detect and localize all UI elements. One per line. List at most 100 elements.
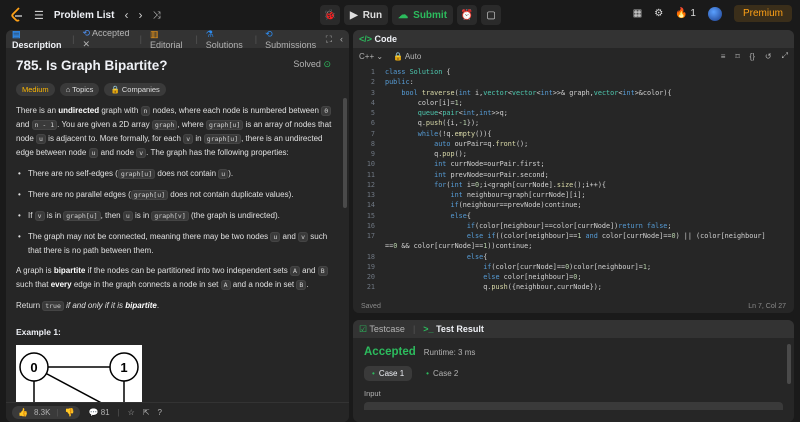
shuffle-icon[interactable]: ⤨ (152, 10, 160, 21)
companies-tag[interactable]: 🔒 Companies (104, 83, 166, 96)
code-line[interactable]: 1 class Solution { (353, 67, 794, 77)
result-scrollbar[interactable] (787, 344, 791, 384)
share-icon[interactable]: ⇱ (143, 408, 150, 417)
settings-icon[interactable]: ⚙ (654, 8, 663, 19)
bookmark-icon[interactable]: ⌑ (735, 52, 739, 61)
runtime: Runtime: 3 ms (423, 348, 476, 357)
code-line[interactable]: 8 auto ourPair=q.front(); (353, 139, 794, 149)
thumbs-up-icon: 👍 (18, 408, 28, 417)
language-select[interactable]: C++ ⌄ (359, 52, 383, 61)
line-number: 11 (366, 170, 375, 179)
code-text: q.push({i,-1}); (385, 119, 480, 128)
notes-button[interactable]: ▢ (481, 5, 502, 25)
code-line[interactable]: ==0 && color[currNode]==1))continue; (353, 241, 794, 251)
format-icon[interactable]: ≡ (721, 52, 726, 61)
expand-icon[interactable]: ⛶ (326, 34, 332, 45)
code-line[interactable]: 6 q.push({i,-1}); (353, 118, 794, 128)
tab-solutions[interactable]: ⚗ Solutions (206, 30, 247, 50)
tab-code[interactable]: </> Code (359, 34, 397, 44)
description-footer: 👍 8.3K | 👎 💬 81 | ☆ ⇱ ? (6, 402, 349, 422)
code-line[interactable]: 2 public: (353, 77, 794, 87)
line-number: 6 (370, 119, 375, 128)
tab-test-result[interactable]: >_ Test Result (423, 324, 484, 334)
problem-list-link[interactable]: Problem List (54, 10, 115, 21)
run-button[interactable]: ▶ Run (344, 5, 389, 25)
line-number: 13 (366, 191, 375, 199)
code-text: ==0 && color[currNode]==1))continue; (385, 242, 533, 251)
reset-icon[interactable]: ↺ (765, 52, 772, 61)
code-line[interactable]: 11 int prevNode=ourPair.second; (353, 170, 794, 180)
topics-tag[interactable]: ⌂ Topics (59, 83, 100, 96)
tab-submissions[interactable]: ⟲ Submissions (265, 30, 318, 50)
check-circle-icon: ⊙ (323, 59, 331, 69)
line-number: 10 (366, 160, 375, 169)
problem-list-icon[interactable]: ☰ (34, 9, 44, 22)
tab-editorial[interactable]: ▥ Editorial (150, 30, 187, 50)
autocomplete-toggle[interactable]: 🔒 Auto (393, 52, 421, 61)
leetcode-logo[interactable] (10, 7, 24, 23)
code-line[interactable]: 16 if(color[neighbour]==color[currNode])… (353, 221, 794, 231)
line-number: 20 (366, 273, 375, 281)
line-number: 16 (366, 221, 375, 230)
like-dislike[interactable]: 👍 8.3K | 👎 (12, 406, 81, 419)
help-icon[interactable]: ? (158, 408, 162, 417)
comments-button[interactable]: 💬 81 (88, 408, 109, 417)
streak-counter[interactable]: 🔥 1 (675, 8, 696, 19)
collapse-icon[interactable]: ‹ (340, 34, 343, 44)
prev-problem-icon[interactable]: ‹ (124, 8, 128, 22)
code-line[interactable]: 3 bool traverse(int i,vector<vector<int>… (353, 88, 794, 98)
code-text: q.push({neighbour,currNode}); (385, 283, 602, 291)
code-line[interactable]: 9 q.pop(); (353, 149, 794, 159)
debug-button[interactable]: 🐞 (320, 5, 340, 25)
case-2-tab[interactable]: • Case 2 (418, 366, 466, 381)
code-line[interactable]: 15 else{ (353, 211, 794, 221)
code-line[interactable]: 17 else if((color[neighbour]==1 and colo… (353, 231, 794, 241)
code-line[interactable]: 19 if(color[currNode]==0)color[neighbour… (353, 262, 794, 272)
solved-status: Solved ⊙ (293, 59, 331, 69)
problem-description: There is an undirected graph with n node… (16, 104, 339, 313)
tab-accepted[interactable]: ⟲ Accepted ✕ (82, 30, 131, 50)
code-text: else if((color[neighbour]==1 and color[c… (466, 232, 766, 240)
code-line[interactable]: 10 int currNode=ourPair.first; (353, 159, 794, 169)
code-text: queue<pair<int,int>>q; (417, 109, 508, 117)
fire-icon: 🔥 (675, 8, 688, 19)
next-problem-icon[interactable]: › (138, 8, 142, 22)
tab-description[interactable]: ▤ Description (12, 30, 64, 50)
code-line[interactable]: 7 while(!q.empty()){ (353, 129, 794, 139)
top-bar: ☰ Problem List ‹ › ⤨ 🐞 ▶ Run ☁ Submit ⏰ … (0, 0, 800, 30)
code-line[interactable]: 14 if(neighbour==prevNode)continue; (353, 200, 794, 210)
line-number: 8 (370, 139, 375, 148)
result-status: Accepted (364, 346, 416, 358)
code-text: while(!q.empty()){ (417, 129, 492, 138)
star-icon[interactable]: ☆ (128, 408, 135, 417)
line-number: 4 (370, 98, 375, 107)
difficulty-badge[interactable]: Medium (16, 83, 55, 96)
submit-button[interactable]: ☁ Submit (392, 5, 454, 25)
tab-testcase[interactable]: ☑ Testcase (359, 324, 405, 335)
line-number: 21 (366, 283, 375, 291)
code-line[interactable]: 20 else color[neighbour]=0; (353, 272, 794, 282)
code-line[interactable]: 5 queue<pair<int,int>>q; (353, 108, 794, 118)
braces-icon[interactable]: {} (750, 52, 755, 61)
code-text: public: (385, 78, 414, 87)
code-editor[interactable]: 1 class Solution {2 public: 3 bool traverse… (353, 67, 794, 291)
line-number: 14 (366, 201, 375, 210)
line-number: 1 (370, 68, 375, 76)
code-text: if(neighbour==prevNode)continue; (450, 201, 582, 210)
saved-status: Saved (361, 302, 381, 310)
code-line[interactable]: 21 q.push({neighbour,currNode}); (353, 282, 794, 291)
case-1-tab[interactable]: • Case 1 (364, 366, 413, 381)
line-number: 15 (366, 211, 375, 220)
premium-button[interactable]: Premium (733, 5, 792, 22)
code-line[interactable]: 13 int neighbour=graph[currNode][i]; (353, 190, 794, 200)
avatar[interactable] (707, 6, 722, 21)
code-line[interactable]: 12 for(int i=0;i<graph[currNode].size();… (353, 180, 794, 190)
line-number: 2 (370, 78, 375, 87)
fullscreen-icon[interactable]: ⤢ (782, 51, 788, 61)
code-line[interactable]: 18 else{ (353, 252, 794, 262)
description-scrollbar[interactable] (343, 98, 347, 208)
code-text: color[i]=1; (385, 98, 463, 107)
code-line[interactable]: 4 color[i]=1; (353, 98, 794, 108)
layout-icon[interactable]: ▦ (633, 8, 642, 19)
timer-button[interactable]: ⏰ (457, 5, 478, 25)
